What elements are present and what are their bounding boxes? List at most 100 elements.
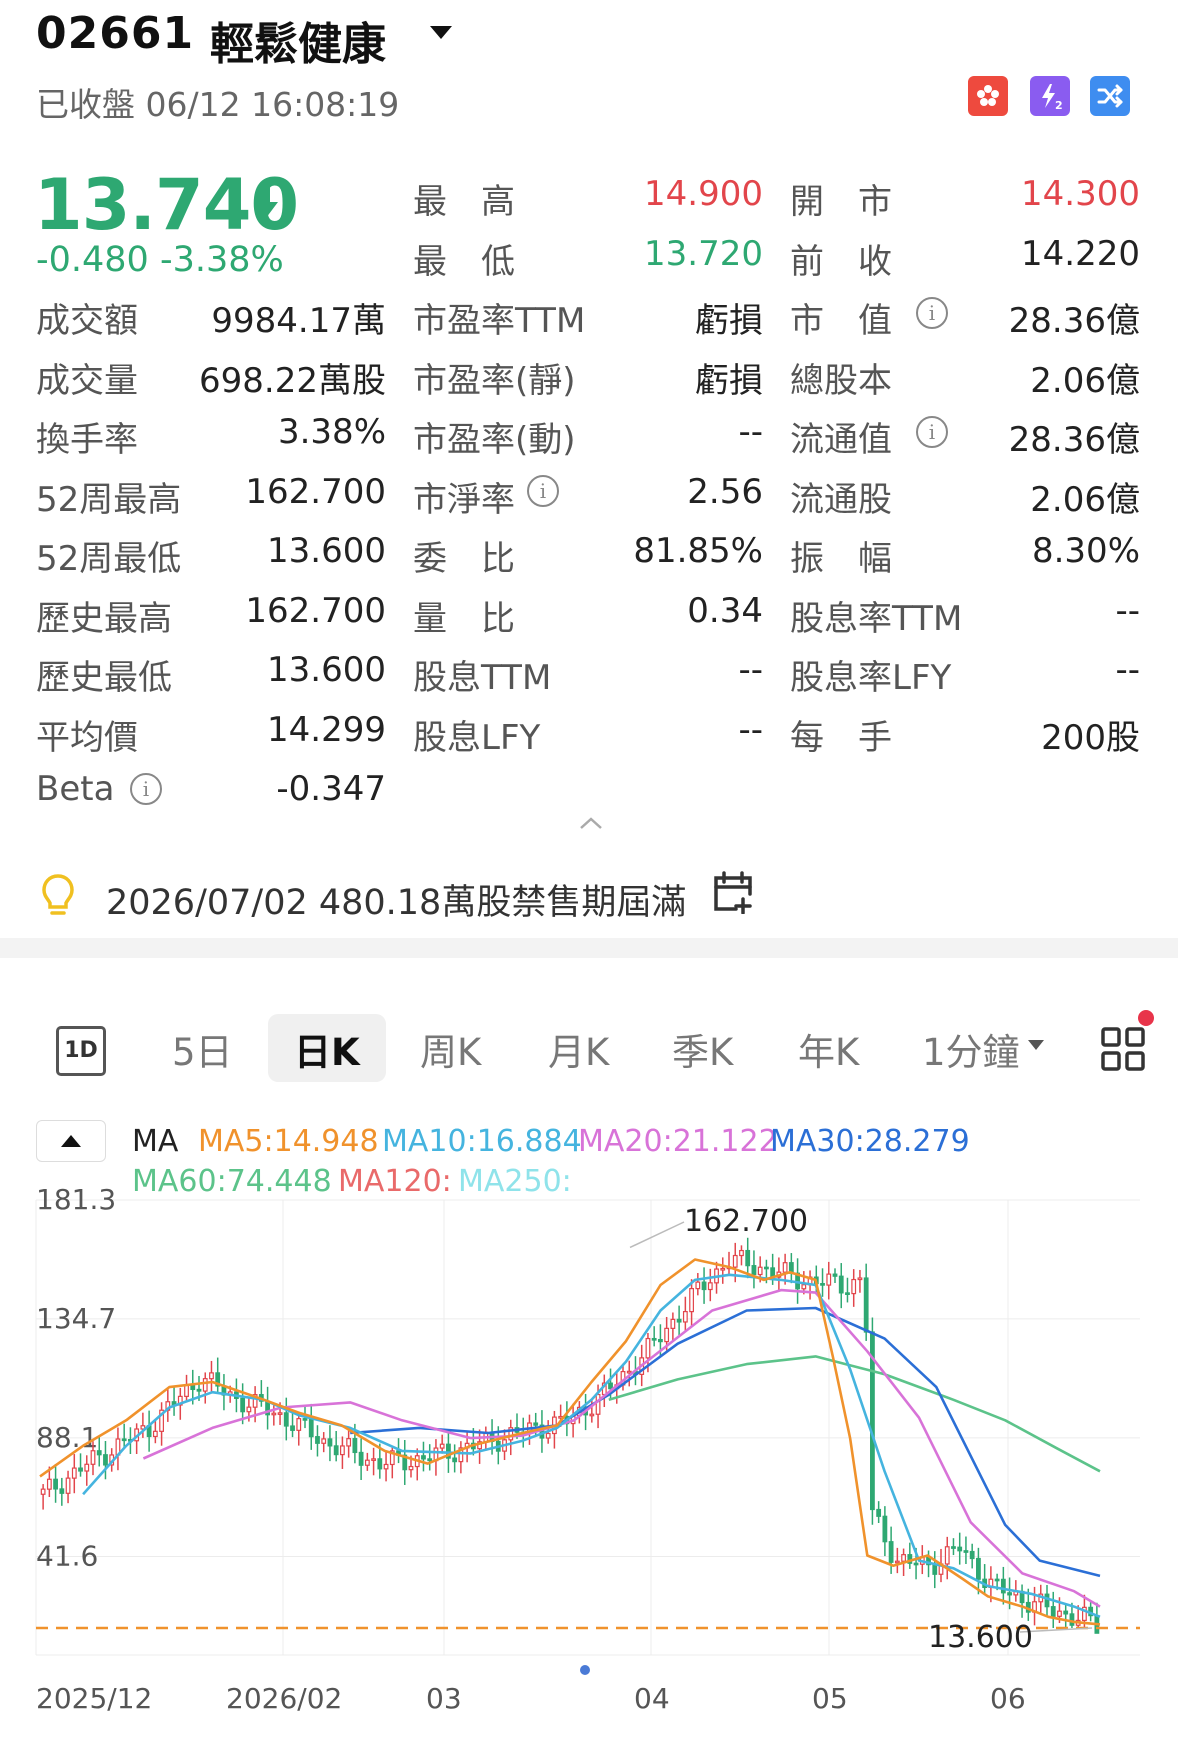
candle <box>377 1458 383 1470</box>
x-tick-label: 04 <box>634 1682 670 1715</box>
candle <box>1069 1613 1075 1626</box>
candle <box>321 1438 327 1444</box>
collapse-chevron-icon[interactable] <box>578 815 604 835</box>
candle <box>957 1546 963 1552</box>
col3-value-8: -- <box>1115 650 1140 690</box>
stock-name[interactable]: 輕鬆健康 <box>210 8 386 72</box>
candle <box>888 1541 894 1563</box>
x-tick-label: 2026/02 <box>226 1682 342 1715</box>
col3-label-9: 每 手 <box>790 717 892 758</box>
candle <box>732 1254 738 1268</box>
calendar-add-icon[interactable] <box>712 870 754 918</box>
tab-1min[interactable]: 1分鐘 <box>922 1022 1020 1076</box>
col3-label-1: 前 收 <box>790 241 892 282</box>
shuffle-icon[interactable] <box>1090 76 1130 116</box>
ma20-value: MA20:21.122 <box>578 1124 778 1159</box>
candle <box>371 1458 376 1461</box>
candle <box>745 1249 751 1267</box>
candle <box>670 1318 676 1329</box>
col2-value-4: -- <box>738 412 763 452</box>
candle <box>845 1292 850 1295</box>
candle <box>658 1338 663 1343</box>
candle <box>439 1443 445 1449</box>
candle <box>383 1463 389 1470</box>
col2-label-0: 最 高 <box>413 182 515 222</box>
lightbulb-icon <box>38 872 78 922</box>
tab-weekly-k[interactable]: 周K <box>420 1022 481 1076</box>
y-tick-label: 134.7 <box>36 1302 116 1335</box>
tab-yearly-k[interactable]: 年K <box>798 1022 859 1076</box>
candle <box>651 1337 657 1341</box>
price-change: -0.480 -3.38% <box>36 240 284 280</box>
candle <box>209 1372 214 1380</box>
tab-daily-k[interactable]: 日K <box>294 1022 360 1076</box>
candle <box>782 1262 788 1273</box>
candle <box>545 1432 551 1439</box>
x-tick-label: 03 <box>426 1682 462 1715</box>
candle <box>277 1412 283 1415</box>
stock-code: 02661 <box>36 8 195 59</box>
candle <box>246 1406 252 1413</box>
col2-value-1: 13.720 <box>644 233 763 274</box>
candle <box>894 1560 900 1564</box>
grid-layout-icon[interactable] <box>1100 1026 1146 1076</box>
y-tick-label: 41.6 <box>36 1540 98 1573</box>
col2-value-9: -- <box>738 709 763 750</box>
stock-switch-caret-icon[interactable] <box>430 26 452 39</box>
candle <box>315 1436 320 1444</box>
col1-label-1: 成交量 <box>36 360 138 401</box>
kline-chart[interactable]: 181.3 134.7 88.1 41.6 2025/12 2026/02 03 04 05 06… <box>0 1180 1178 1740</box>
candle <box>932 1564 938 1575</box>
candle <box>1050 1606 1056 1617</box>
candle <box>951 1546 956 1549</box>
candle <box>820 1283 825 1286</box>
hk-market-icon[interactable] <box>968 76 1008 116</box>
col2-value-5: 2.56 <box>687 471 763 512</box>
col2-value-6: 81.85% <box>633 531 763 571</box>
candle <box>90 1450 96 1465</box>
event-marker <box>580 1665 590 1675</box>
candle <box>78 1467 83 1472</box>
candle <box>689 1288 694 1313</box>
col3-value-3: 2.06億 <box>1030 360 1140 401</box>
candle <box>857 1277 863 1281</box>
tab-monthly-k[interactable]: 月K <box>548 1022 609 1076</box>
candle <box>589 1413 595 1417</box>
ma10-value: MA10:16.884 <box>382 1124 582 1159</box>
candle <box>184 1384 189 1397</box>
interval-dropdown-caret-icon[interactable] <box>1028 1040 1044 1050</box>
col1-value-7: 14.299 <box>267 709 386 750</box>
candle <box>701 1281 707 1291</box>
candle <box>676 1318 682 1323</box>
candle <box>626 1370 632 1374</box>
flash-icon[interactable]: 2 <box>1030 76 1070 116</box>
svg-text:2: 2 <box>1055 99 1063 111</box>
candle <box>40 1488 46 1495</box>
col3-label-0: 開 市 <box>790 182 892 222</box>
ma-collapse-toggle[interactable] <box>36 1120 106 1162</box>
candle <box>427 1458 433 1462</box>
col3-value-1: 14.220 <box>1021 233 1140 274</box>
col2-value-0: 14.900 <box>644 174 763 214</box>
candle <box>1057 1610 1062 1617</box>
candle <box>764 1266 769 1270</box>
ma30-line <box>350 1306 1101 1578</box>
col3-label-6: 振 幅 <box>790 539 892 579</box>
col3-label-4: 流通值 <box>790 420 892 460</box>
candle <box>46 1478 52 1490</box>
tab-1d[interactable]: 1D <box>56 1026 106 1076</box>
tab-5d[interactable]: 5日 <box>172 1022 233 1076</box>
candle <box>358 1451 364 1466</box>
candle <box>969 1550 975 1560</box>
candle <box>851 1278 857 1295</box>
lockup-notice[interactable]: 2026/07/02 480.18萬股禁售期屆滿 <box>106 874 686 925</box>
candle <box>196 1388 202 1392</box>
y-tick-label: 88.1 <box>36 1421 98 1454</box>
tab-quarterly-k[interactable]: 季K <box>672 1022 733 1076</box>
col3-value-4: 28.36億 <box>1008 420 1140 460</box>
candle <box>739 1249 744 1257</box>
candle <box>645 1337 651 1359</box>
candle <box>152 1430 158 1438</box>
col3-label-3: 總股本 <box>790 360 892 401</box>
candle <box>1044 1593 1050 1608</box>
